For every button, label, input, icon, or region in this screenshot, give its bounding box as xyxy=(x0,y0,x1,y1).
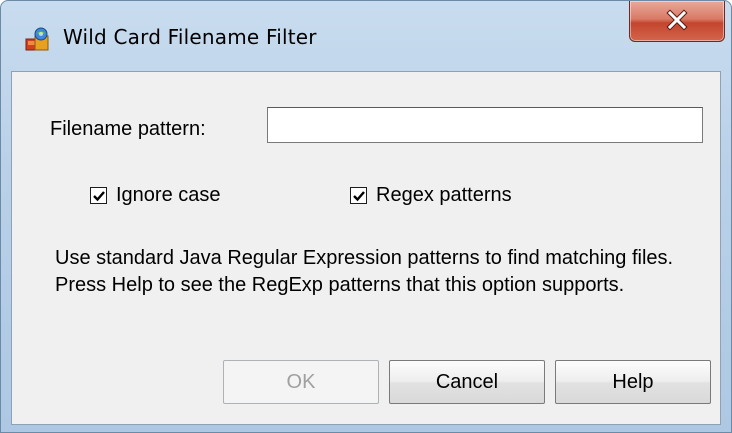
ignore-case-checkbox-box[interactable] xyxy=(90,187,107,204)
close-icon xyxy=(664,7,690,33)
title-bar[interactable]: Wild Card Filename Filter xyxy=(1,1,731,71)
regex-patterns-checkbox[interactable]: Regex patterns xyxy=(350,184,512,207)
checkmark-icon xyxy=(93,191,105,202)
close-button[interactable] xyxy=(629,1,725,42)
checkmark-icon xyxy=(353,191,365,202)
help-button[interactable]: Help xyxy=(555,360,711,404)
dialog-content: Filename pattern: Ignore case Regex patt… xyxy=(11,71,721,425)
dialog-window: Wild Card Filename Filter Filename patte… xyxy=(0,0,732,433)
regex-patterns-checkbox-box[interactable] xyxy=(350,187,367,204)
ignore-case-label: Ignore case xyxy=(116,184,221,206)
help-description: Use standard Java Regular Expression pat… xyxy=(55,247,674,296)
ignore-case-checkbox[interactable]: Ignore case xyxy=(90,184,221,207)
app-icon xyxy=(23,25,51,53)
window-title: Wild Card Filename Filter xyxy=(63,25,317,49)
filename-pattern-input[interactable] xyxy=(267,107,703,143)
ok-button[interactable]: OK xyxy=(223,360,379,404)
filename-pattern-label: Filename pattern: xyxy=(50,118,206,140)
window-bottom-border xyxy=(1,423,731,432)
regex-patterns-label: Regex patterns xyxy=(376,184,512,206)
cancel-button[interactable]: Cancel xyxy=(389,360,545,404)
